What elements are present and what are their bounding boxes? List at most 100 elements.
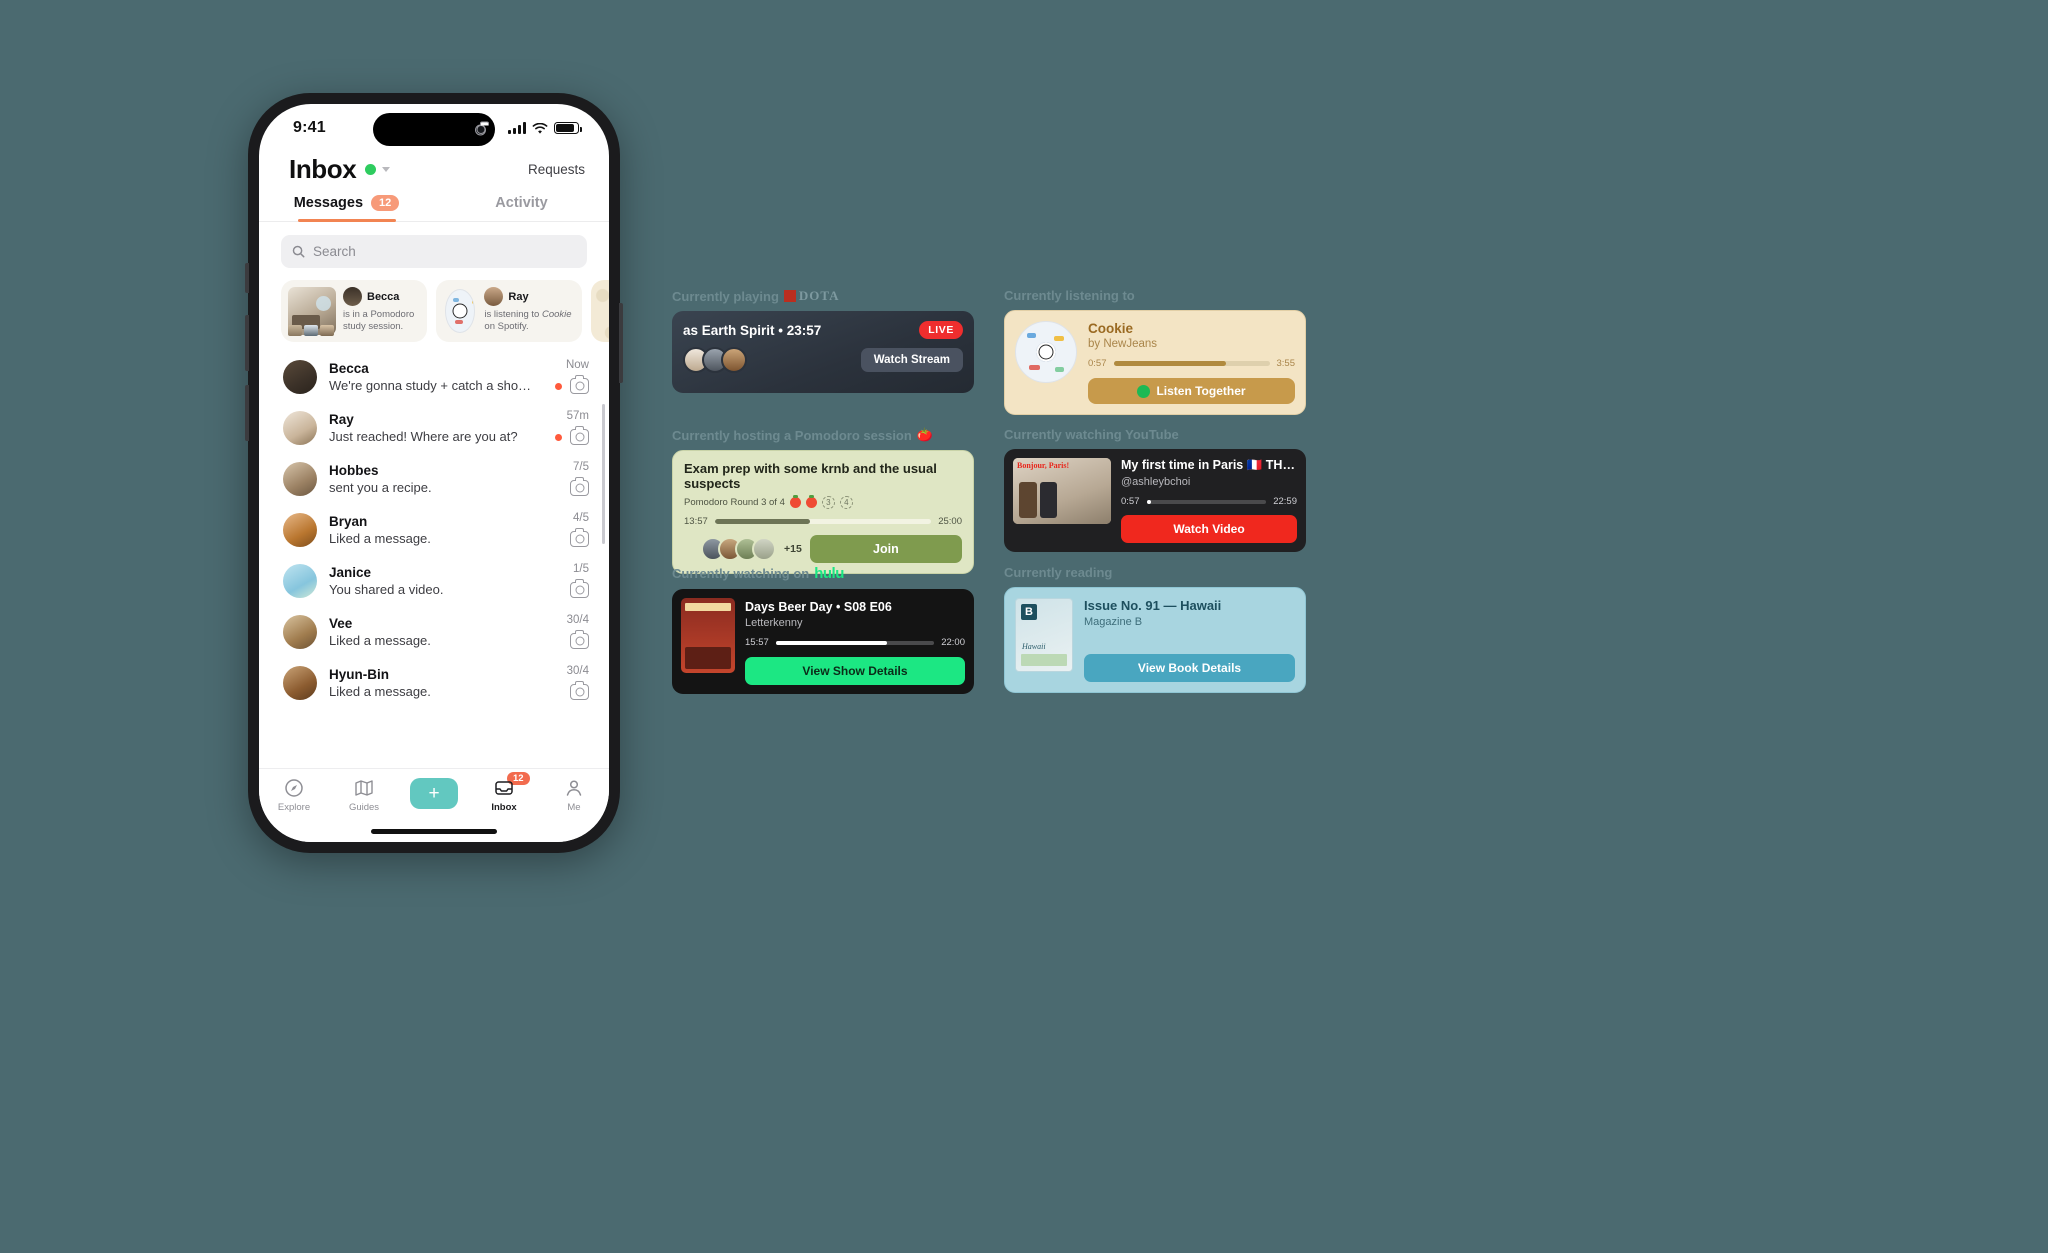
camera-icon[interactable] (570, 426, 589, 445)
presence-card-carousel[interactable]: Becca is in a Pomodoro study session. Ra… (259, 268, 609, 342)
widget-spotify-card[interactable]: Cookie by NewJeans 0:57 3:55 Listen Toge… (1004, 310, 1306, 415)
tab-inbox[interactable]: 12 Inbox (469, 772, 539, 813)
avatar (343, 287, 362, 306)
presence-name: Ray (508, 290, 529, 303)
presence-card-becca[interactable]: Becca is in a Pomodoro study session. (281, 280, 427, 342)
youtube-info: My first time in Paris 🇫🇷 THREE… @ashley… (1121, 458, 1297, 543)
camera-icon[interactable] (570, 375, 589, 394)
presence-info: Becca is in a Pomodoro study session. (343, 287, 420, 335)
album-art-cd (445, 289, 476, 333)
list-item[interactable]: Becca We're gonna study + catch a sho… N… (259, 351, 609, 402)
presence-card-ray[interactable]: Ray is listening to Cookie on Spotify. (436, 280, 582, 342)
camera-icon[interactable] (570, 579, 589, 598)
status-bar: 9:41 (259, 104, 609, 148)
plus-icon[interactable]: + (410, 778, 458, 809)
message-icons (570, 579, 589, 598)
widget-dota-card[interactable]: as Earth Spirit • 23:57 LIVE Watch Strea… (672, 311, 974, 393)
phone-device: 9:41 Inbox Requests Messages 12 Activity… (245, 93, 623, 853)
message-icons (555, 426, 589, 445)
view-book-details-button[interactable]: View Book Details (1084, 654, 1295, 682)
hulu-progress-bar[interactable] (775, 640, 935, 645)
tab-explore[interactable]: Explore (259, 778, 329, 813)
requests-button[interactable]: Requests (528, 162, 585, 177)
message-preview: Liked a message. (329, 530, 431, 546)
tab-inbox-label: Inbox (491, 802, 517, 813)
watch-stream-button[interactable]: Watch Stream (860, 348, 963, 372)
compass-icon (284, 778, 304, 798)
pomodoro-progress-bar[interactable] (714, 519, 932, 524)
message-icons (570, 681, 589, 700)
message-text: Becca We're gonna study + catch a sho… (329, 361, 543, 393)
tab-create[interactable]: + (399, 778, 469, 809)
widget-hulu: Currently watching on hulu Days Beer Day… (672, 565, 974, 694)
list-item[interactable]: Bryan Liked a message. 4/5 (259, 504, 609, 555)
message-preview: Just reached! Where are you at? (329, 428, 518, 444)
map-icon (354, 778, 374, 798)
message-text: Vee Liked a message. (329, 616, 555, 648)
phone-volume-down-button[interactable] (245, 385, 249, 441)
list-item[interactable]: Hyun-Bin Liked a message. 30/4 (259, 657, 609, 708)
tab-activity[interactable]: Activity (434, 195, 609, 221)
widget-magazine-card[interactable]: B Hawaii Issue No. 91 — Hawaii Magazine … (1004, 587, 1306, 693)
list-item[interactable]: Ray Just reached! Where are you at? 57m (259, 402, 609, 453)
tab-guides[interactable]: Guides (329, 778, 399, 813)
camera-icon[interactable] (570, 681, 589, 700)
message-text: Ray Just reached! Where are you at? (329, 412, 543, 444)
tab-messages[interactable]: Messages 12 (259, 195, 434, 222)
join-button[interactable]: Join (809, 535, 962, 563)
tab-me[interactable]: Me (539, 778, 609, 813)
widget-dota: Currently playing DOTA as Earth Spirit •… (672, 288, 974, 393)
list-item[interactable]: Janice You shared a video. 1/5 (259, 555, 609, 606)
message-text: Hobbes sent you a recipe. (329, 463, 558, 495)
hulu-elapsed: 15:57 (745, 637, 769, 648)
camera-icon[interactable] (570, 528, 589, 547)
presence-name: Becca (367, 290, 400, 303)
widget-pomodoro-card[interactable]: Exam prep with some krnb and the usual s… (672, 450, 974, 574)
chevron-down-icon[interactable] (382, 167, 391, 172)
pomodoro-total: 25:00 (938, 516, 962, 527)
message-sender: Hyun-Bin (329, 666, 389, 682)
widget-spotify: Currently listening to Cookie by NewJean… (1004, 288, 1306, 415)
spotify-title: Cookie (1088, 321, 1134, 336)
message-meta: Now (555, 359, 589, 394)
widget-youtube-card[interactable]: Bonjour, Paris! My first time in Paris 🇫… (1004, 449, 1306, 552)
phone-power-button[interactable] (619, 303, 623, 383)
inbox-title-group[interactable]: Inbox (289, 154, 391, 185)
widget-pomodoro: Currently hosting a Pomodoro session 🍅 E… (672, 427, 974, 574)
search-bar[interactable]: Search (281, 235, 587, 268)
camera-icon[interactable] (570, 630, 589, 649)
listen-together-button[interactable]: Listen Together (1088, 378, 1295, 404)
home-indicator[interactable] (371, 829, 497, 834)
youtube-progress-row: 0:57 22:59 (1121, 496, 1297, 507)
message-sender: Janice (329, 564, 372, 580)
spotify-progress-bar[interactable] (1113, 361, 1270, 366)
youtube-thumbnail: Bonjour, Paris! (1013, 458, 1111, 524)
birthday-pattern (591, 280, 609, 342)
list-item[interactable]: Vee Liked a message. 30/4 (259, 606, 609, 657)
avatar (484, 287, 504, 306)
widget-pomodoro-label-text: Currently hosting a Pomodoro session (672, 427, 912, 443)
wifi-icon (532, 122, 548, 134)
message-sender: Bryan (329, 513, 368, 529)
presence-card-birthday[interactable]: 🎂 (591, 280, 609, 342)
message-preview: Liked a message. (329, 683, 431, 699)
widget-hulu-label-text: Currently watching on (672, 566, 810, 581)
search-placeholder: Search (313, 244, 356, 259)
widget-hulu-card[interactable]: Days Beer Day • S08 E06 Letterkenny 15:5… (672, 589, 974, 694)
camera-icon[interactable] (570, 477, 589, 496)
youtube-progress-bar[interactable] (1146, 499, 1267, 504)
pomodoro-facepile[interactable] (684, 537, 776, 561)
widget-spotify-label: Currently listening to (1004, 288, 1306, 303)
dota-facepile[interactable] (683, 347, 747, 373)
view-show-details-button[interactable]: View Show Details (745, 657, 965, 685)
magazine-cover-letter: B (1021, 604, 1037, 620)
avatar (283, 461, 317, 496)
list-item[interactable]: Hobbes sent you a recipe. 7/5 (259, 453, 609, 504)
message-icons (570, 477, 589, 496)
presence-status-dot[interactable] (365, 164, 377, 175)
avatar (283, 665, 317, 700)
dota-bottom-row: Watch Stream (672, 339, 974, 373)
watch-video-button[interactable]: Watch Video (1121, 515, 1297, 543)
magazine-cover-caption: Hawaii (1022, 642, 1046, 651)
scrollbar[interactable] (602, 404, 605, 544)
